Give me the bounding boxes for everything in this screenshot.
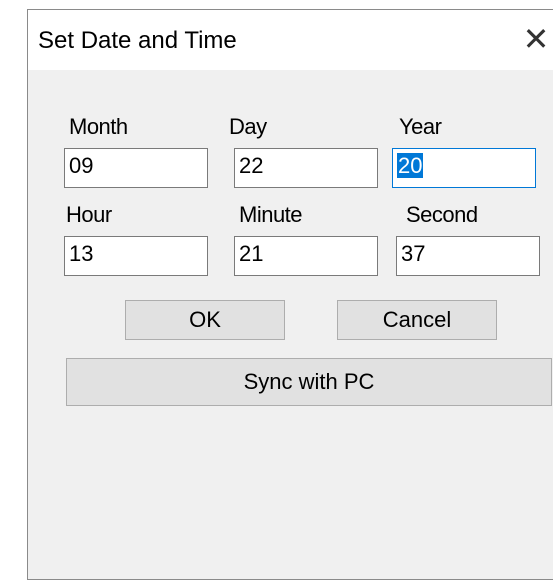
second-label: Second (406, 202, 478, 227)
year-field[interactable]: 20 (392, 148, 536, 188)
dialog-title: Set Date and Time (38, 27, 237, 54)
set-date-time-dialog: Set Date and Time ✕ Month Day Year 09 22… (27, 9, 553, 580)
day-field[interactable]: 22 (234, 148, 378, 188)
title-bar: Set Date and Time ✕ (28, 10, 553, 70)
minute-field[interactable]: 21 (234, 236, 378, 276)
month-field[interactable]: 09 (64, 148, 208, 188)
minute-value: 21 (239, 241, 264, 266)
day-value: 22 (239, 153, 264, 178)
second-value: 37 (401, 241, 426, 266)
second-field[interactable]: 37 (396, 236, 540, 276)
cancel-button[interactable]: Cancel (337, 300, 497, 340)
hour-value: 13 (69, 241, 94, 266)
day-label: Day (229, 114, 267, 139)
close-icon: ✕ (522, 20, 550, 58)
close-button[interactable]: ✕ (519, 22, 553, 56)
hour-field[interactable]: 13 (64, 236, 208, 276)
month-value: 09 (69, 153, 94, 178)
hour-label: Hour (66, 202, 112, 227)
ok-button[interactable]: OK (125, 300, 285, 340)
sync-with-pc-button[interactable]: Sync with PC (66, 358, 552, 406)
year-label: Year (399, 114, 442, 139)
minute-label: Minute (239, 202, 303, 227)
year-value: 20 (397, 153, 424, 178)
month-label: Month (69, 114, 128, 139)
